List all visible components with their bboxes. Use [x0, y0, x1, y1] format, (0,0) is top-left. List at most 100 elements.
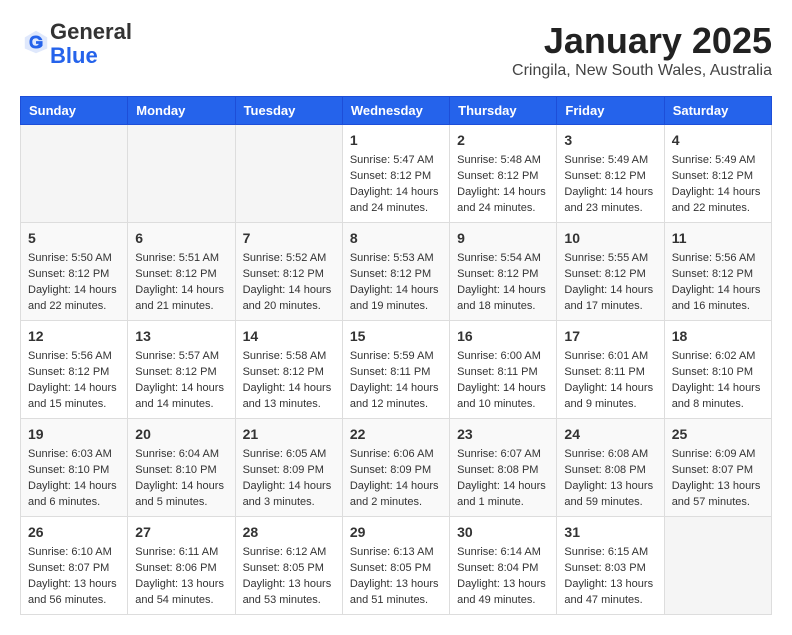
day-info: Sunrise: 6:09 AM — [672, 447, 764, 463]
day-info: Daylight: 14 hours — [672, 185, 764, 201]
day-info: Sunset: 8:09 PM — [350, 463, 442, 479]
day-info: Daylight: 13 hours — [564, 479, 656, 495]
day-info: Daylight: 14 hours — [672, 283, 764, 299]
day-info: Daylight: 14 hours — [672, 381, 764, 397]
calendar-cell: 9Sunrise: 5:54 AMSunset: 8:12 PMDaylight… — [450, 223, 557, 321]
day-info: Sunset: 8:11 PM — [350, 365, 442, 381]
day-number: 21 — [243, 424, 335, 444]
day-info: and 23 minutes. — [564, 201, 656, 217]
calendar-cell: 8 Sunrise: 5:53 AMSunset: 8:12 PMDaylight… — [342, 223, 449, 321]
calendar-cell: 21Sunrise: 6:05 AMSunset: 8:09 PMDayligh… — [235, 419, 342, 517]
day-info: and 54 minutes. — [135, 593, 227, 609]
calendar-cell: 5Sunrise: 5:50 AMSunset: 8:12 PMDaylight… — [21, 223, 128, 321]
day-info: Sunset: 8:12 PM — [457, 169, 549, 185]
day-info: Sunrise: 6:15 AM — [564, 545, 656, 561]
day-info: Sunrise: 5:49 AM — [672, 153, 764, 169]
day-info: Daylight: 13 hours — [672, 479, 764, 495]
day-info: and 12 minutes. — [350, 397, 442, 413]
calendar-week-1: 1Sunrise: 5:47 AMSunset: 8:12 PMDaylight… — [21, 125, 772, 223]
day-number: 10 — [564, 228, 656, 248]
day-info: Daylight: 14 hours — [564, 185, 656, 201]
day-info: and 16 minutes. — [672, 299, 764, 315]
calendar-cell: 13Sunrise: 5:57 AMSunset: 8:12 PMDayligh… — [128, 321, 235, 419]
day-info: and 59 minutes. — [564, 495, 656, 511]
calendar-cell: 24Sunrise: 6:08 AMSunset: 8:08 PMDayligh… — [557, 419, 664, 517]
day-info: and 51 minutes. — [350, 593, 442, 609]
day-info: and 6 minutes. — [28, 495, 120, 511]
calendar-table: SundayMondayTuesdayWednesdayThursdayFrid… — [20, 96, 772, 615]
calendar-cell: 14Sunrise: 5:58 AMSunset: 8:12 PMDayligh… — [235, 321, 342, 419]
day-info: Sunset: 8:08 PM — [564, 463, 656, 479]
day-info: Daylight: 14 hours — [457, 185, 549, 201]
day-number: 2 — [457, 130, 549, 150]
calendar-week-5: 26Sunrise: 6:10 AMSunset: 8:07 PMDayligh… — [21, 517, 772, 615]
calendar-cell: 16Sunrise: 6:00 AMSunset: 8:11 PMDayligh… — [450, 321, 557, 419]
day-info: Daylight: 14 hours — [564, 381, 656, 397]
day-info: Daylight: 14 hours — [135, 381, 227, 397]
day-info: Sunrise: 5:51 AM — [135, 251, 227, 267]
day-info: Daylight: 14 hours — [564, 283, 656, 299]
day-info: Sunset: 8:12 PM — [564, 169, 656, 185]
calendar-cell: 27Sunrise: 6:11 AMSunset: 8:06 PMDayligh… — [128, 517, 235, 615]
day-number: 27 — [135, 522, 227, 542]
day-info: Sunset: 8:12 PM — [243, 365, 335, 381]
day-number: 31 — [564, 522, 656, 542]
header-saturday: Saturday — [664, 97, 771, 125]
day-info: Daylight: 13 hours — [135, 577, 227, 593]
day-info: Sunset: 8:09 PM — [243, 463, 335, 479]
day-info: Sunrise: 6:07 AM — [457, 447, 549, 463]
day-number: 6 — [135, 228, 227, 248]
calendar-cell — [664, 517, 771, 615]
day-number: 22 — [350, 424, 442, 444]
day-number: 23 — [457, 424, 549, 444]
calendar-cell — [128, 125, 235, 223]
day-info: and 9 minutes. — [564, 397, 656, 413]
day-info: and 56 minutes. — [28, 593, 120, 609]
day-info: Sunset: 8:12 PM — [243, 267, 335, 283]
header-friday: Friday — [557, 97, 664, 125]
day-info: Daylight: 14 hours — [243, 283, 335, 299]
calendar-cell: 10Sunrise: 5:55 AMSunset: 8:12 PMDayligh… — [557, 223, 664, 321]
calendar-cell: 18Sunrise: 6:02 AMSunset: 8:10 PMDayligh… — [664, 321, 771, 419]
calendar-cell: 30Sunrise: 6:14 AMSunset: 8:04 PMDayligh… — [450, 517, 557, 615]
day-info: Daylight: 14 hours — [243, 381, 335, 397]
day-info: Sunset: 8:12 PM — [350, 169, 442, 185]
day-info: Daylight: 14 hours — [350, 185, 442, 201]
day-info: Sunrise: 5:52 AM — [243, 251, 335, 267]
day-info: Sunset: 8:12 PM — [350, 267, 442, 283]
header-thursday: Thursday — [450, 97, 557, 125]
day-info: Sunrise: 5:53 AM — [350, 251, 442, 267]
day-info: Daylight: 14 hours — [457, 283, 549, 299]
day-info: and 5 minutes. — [135, 495, 227, 511]
calendar-cell: 19Sunrise: 6:03 AMSunset: 8:10 PMDayligh… — [21, 419, 128, 517]
calendar-cell: 22Sunrise: 6:06 AMSunset: 8:09 PMDayligh… — [342, 419, 449, 517]
day-info: Daylight: 13 hours — [457, 577, 549, 593]
day-info: and 21 minutes. — [135, 299, 227, 315]
day-info: Sunset: 8:04 PM — [457, 561, 549, 577]
calendar-cell: 15Sunrise: 5:59 AMSunset: 8:11 PMDayligh… — [342, 321, 449, 419]
day-number: 8 — [350, 228, 442, 248]
header-wednesday: Wednesday — [342, 97, 449, 125]
day-info: Sunset: 8:10 PM — [672, 365, 764, 381]
calendar-cell: 29Sunrise: 6:13 AMSunset: 8:05 PMDayligh… — [342, 517, 449, 615]
day-info: Sunrise: 5:49 AM — [564, 153, 656, 169]
day-info: and 15 minutes. — [28, 397, 120, 413]
month-title: January 2025 — [512, 20, 772, 62]
day-number: 3 — [564, 130, 656, 150]
day-info: Sunset: 8:12 PM — [564, 267, 656, 283]
day-info: Sunset: 8:05 PM — [350, 561, 442, 577]
day-info: Sunrise: 6:10 AM — [28, 545, 120, 561]
day-info: Sunrise: 6:01 AM — [564, 349, 656, 365]
day-info: and 47 minutes. — [564, 593, 656, 609]
day-number: 25 — [672, 424, 764, 444]
day-info: Sunrise: 5:56 AM — [28, 349, 120, 365]
calendar-cell: 26Sunrise: 6:10 AMSunset: 8:07 PMDayligh… — [21, 517, 128, 615]
day-info: Sunset: 8:11 PM — [457, 365, 549, 381]
day-info: and 19 minutes. — [350, 299, 442, 315]
day-info: and 3 minutes. — [243, 495, 335, 511]
day-info: Daylight: 14 hours — [350, 283, 442, 299]
day-number: 16 — [457, 326, 549, 346]
day-info: and 24 minutes. — [457, 201, 549, 217]
calendar-cell: 4Sunrise: 5:49 AMSunset: 8:12 PMDaylight… — [664, 125, 771, 223]
day-info: Daylight: 14 hours — [350, 381, 442, 397]
